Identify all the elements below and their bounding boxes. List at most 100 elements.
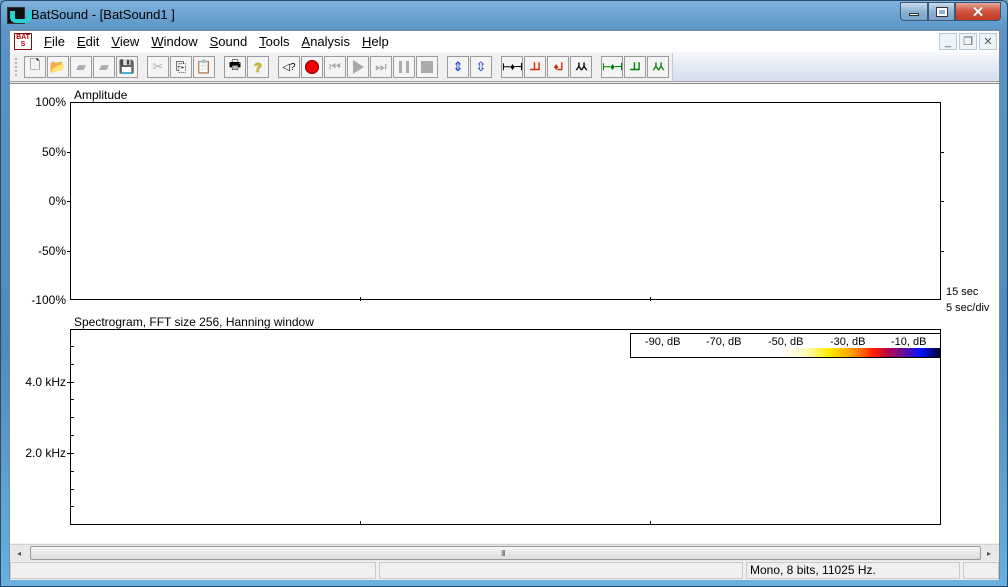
amplitude-title: Amplitude <box>74 88 128 102</box>
paste-button[interactable]: 📋 <box>193 56 215 78</box>
import-button[interactable]: ▰ <box>70 56 92 78</box>
spectrogram-green-icon: ⅃⅃ <box>630 61 640 73</box>
scroll-right-arrow-icon[interactable]: ▸ <box>982 547 996 559</box>
spec-major-tick <box>67 453 74 454</box>
amp-ytick-right <box>941 201 944 202</box>
power-spectrum-green-button[interactable]: ⅄⅄ <box>647 56 669 78</box>
time-tick <box>360 521 361 525</box>
power-spectrum-button[interactable]: ⅄⅄ <box>570 56 592 78</box>
spectrogram-overlay-icon: ♦⅃ <box>553 61 564 73</box>
printer-icon: 🖶 <box>228 57 242 72</box>
status-format: Mono, 8 bits, 11025 Hz. <box>746 562 960 579</box>
mdi-minimize-button[interactable]: _ <box>939 33 957 50</box>
mdi-restore-button[interactable]: ❐ <box>959 33 977 50</box>
spectrogram-button[interactable]: ⅃⅃ <box>524 56 546 78</box>
record-button[interactable] <box>301 56 323 78</box>
document-icon[interactable]: BAT S <box>14 33 32 50</box>
record-icon <box>305 60 319 74</box>
oscillogram-green-button[interactable]: ⊢♦⊣ <box>601 56 623 78</box>
amplitude-plot[interactable] <box>70 102 941 300</box>
spectrogram-green-button[interactable]: ⅃⅃ <box>624 56 646 78</box>
stop-icon <box>421 61 433 73</box>
spectrogram-title: Spectrogram, FFT size 256, Hanning windo… <box>74 315 314 329</box>
db-color-legend: -90, dB -70, dB -50, dB -30, dB -10, dB <box>630 333 941 358</box>
time-div-label: 5 sec/div <box>946 302 990 314</box>
folder-export-icon: ▰ <box>99 59 109 74</box>
window-title: BatSound - [BatSound1 ] <box>31 7 175 22</box>
power-spectrum-icon: ⅄⅄ <box>575 61 587 73</box>
zoom-in-amplitude-button[interactable]: ⇕ <box>447 56 469 78</box>
play-button[interactable] <box>347 56 369 78</box>
play-icon <box>352 60 364 74</box>
new-file-button[interactable]: 🗋 <box>24 56 46 78</box>
stop-button[interactable] <box>416 56 438 78</box>
spec-minor-tick <box>70 489 74 490</box>
new-file-icon: 🗋 <box>29 57 41 72</box>
legend-label: -10, dB <box>891 336 927 348</box>
pause-button[interactable] <box>393 56 415 78</box>
copy-button[interactable]: ⎘ <box>170 56 192 78</box>
mdi-close-button[interactable]: ✕ <box>979 33 997 50</box>
pause-icon <box>399 61 409 73</box>
rewind-button[interactable]: ⏮ <box>324 56 346 78</box>
menu-edit[interactable]: Edit <box>71 34 105 49</box>
oscillogram-icon: ⊢♦⊣ <box>502 61 523 73</box>
menu-analysis[interactable]: Analysis <box>296 34 356 49</box>
oscillogram-button[interactable]: ⊢♦⊣ <box>501 56 523 78</box>
oscillogram-green-icon: ⊢♦⊣ <box>602 61 623 73</box>
export-button[interactable]: ▰ <box>93 56 115 78</box>
zoom-out-amplitude-icon: ⇳ <box>475 59 487 74</box>
title-bar[interactable]: BatSound - [BatSound1 ] ✕ <box>1 1 1007 29</box>
time-tick <box>650 297 651 301</box>
menu-help[interactable]: Help <box>356 34 395 49</box>
menu-sound[interactable]: Sound <box>204 34 254 49</box>
spec-minor-tick <box>70 506 74 507</box>
menu-view[interactable]: View <box>105 34 145 49</box>
minimize-button[interactable] <box>900 2 928 21</box>
minimize-icon <box>909 13 919 16</box>
cut-button[interactable]: ✂ <box>147 56 169 78</box>
spec-minor-tick <box>70 364 74 365</box>
close-button[interactable]: ✕ <box>955 2 1001 21</box>
skip-forward-icon: ⏭ <box>375 59 387 74</box>
time-tick <box>360 297 361 301</box>
save-icon: 💾 <box>118 59 136 74</box>
spectrogram-plot[interactable] <box>70 329 941 525</box>
maximize-button[interactable] <box>928 2 955 21</box>
open-file-button[interactable]: 📂 <box>47 56 69 78</box>
sound-view[interactable]: Amplitude 100% 50% 0% -50% -100% 15 sec … <box>10 83 999 543</box>
status-bar: Mono, 8 bits, 11025 Hz. <box>10 561 999 580</box>
menu-window[interactable]: Window <box>145 34 203 49</box>
spec-minor-tick <box>70 346 74 347</box>
horizontal-scrollbar[interactable]: ◂ III ▸ <box>10 544 999 561</box>
mdi-client: BAT S File Edit View Window Sound Tools A… <box>9 30 1000 580</box>
status-pane-1 <box>10 562 376 579</box>
paste-icon: 📋 <box>195 59 213 74</box>
zoom-out-amplitude-button[interactable]: ⇳ <box>470 56 492 78</box>
time-total-label: 15 sec <box>946 286 979 298</box>
amp-ytick-right <box>941 152 944 153</box>
spectrogram-overlay-button[interactable]: ♦⅃ <box>547 56 569 78</box>
legend-color-bar <box>781 348 940 357</box>
scissors-icon: ✂ <box>152 59 164 74</box>
scroll-thumb[interactable]: III <box>30 546 981 560</box>
batsound-window: BatSound - [BatSound1 ] ✕ BAT S File Edit… <box>0 0 1008 587</box>
help-button[interactable]: ? <box>247 56 269 78</box>
toolbar-grip[interactable] <box>14 57 18 77</box>
legend-label: -70, dB <box>706 336 742 348</box>
zoom-in-amplitude-icon: ⇕ <box>452 59 464 74</box>
spec-minor-tick <box>70 471 74 472</box>
skip-back-icon: ⏮ <box>329 59 341 74</box>
speaker-query-button[interactable]: ◁? <box>278 56 300 78</box>
scroll-left-arrow-icon[interactable]: ◂ <box>12 547 26 559</box>
menu-file[interactable]: File <box>38 34 71 49</box>
menu-tools[interactable]: Tools <box>253 34 295 49</box>
save-button[interactable]: 💾 <box>116 56 138 78</box>
legend-label: -90, dB <box>645 336 681 348</box>
legend-label: -30, dB <box>830 336 866 348</box>
batsound-logo-icon[interactable] <box>7 7 32 24</box>
fast-forward-button[interactable]: ⏭ <box>370 56 392 78</box>
print-button[interactable]: 🖶 <box>224 56 246 78</box>
status-pane-2 <box>379 562 743 579</box>
spec-tick-4khz: 4.0 kHz <box>25 375 66 389</box>
